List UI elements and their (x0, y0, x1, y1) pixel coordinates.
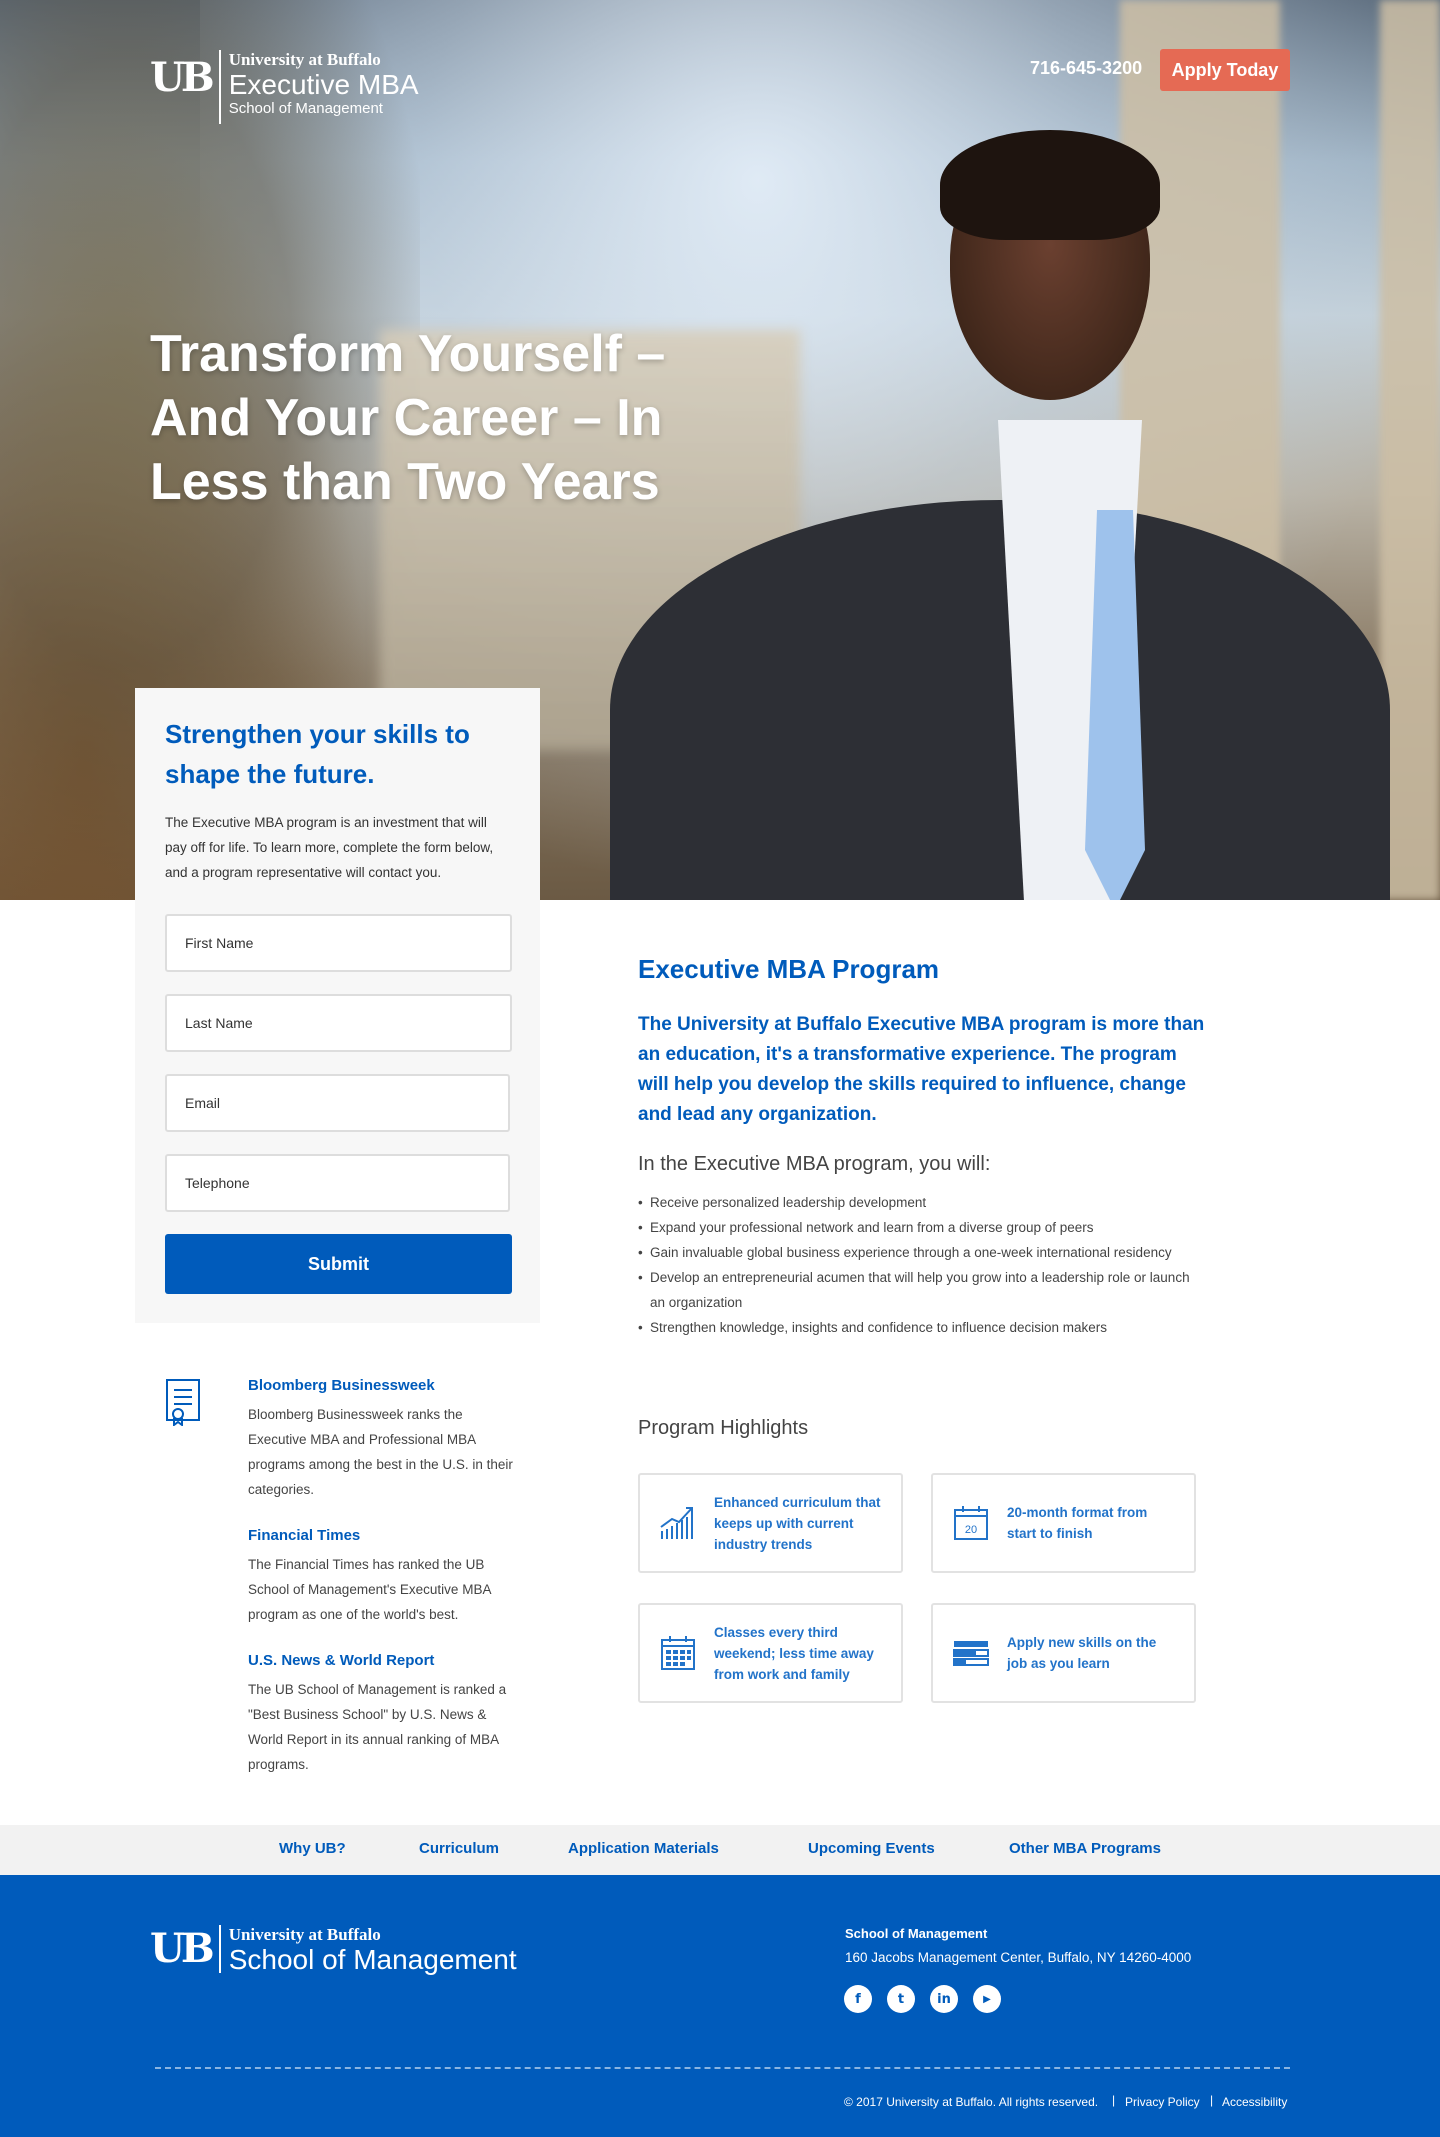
calendar-day: 20 (965, 1524, 977, 1536)
nav-why-ub[interactable]: Why UB? (279, 1840, 346, 1857)
logo-school: School of Management (228, 100, 383, 117)
chart-growth-icon (660, 1507, 693, 1539)
privacy-policy-link[interactable]: Privacy Policy (1125, 2095, 1200, 2109)
nav-application-materials[interactable]: Application Materials (568, 1840, 719, 1857)
footer-logo-university: University at Buffalo (228, 1925, 381, 1944)
nav-upcoming-events[interactable]: Upcoming Events (808, 1840, 935, 1857)
facebook-icon[interactable]: f (844, 1985, 872, 2013)
hero-person-suit (610, 500, 1390, 900)
list-item: Receive personalized leadership developm… (638, 1190, 1198, 1215)
list-item: Develop an entrepreneurial acumen that w… (638, 1265, 1198, 1315)
ub-monogram-icon: UB (150, 54, 215, 101)
ranking-item: U.S. News & World Report The UB School o… (248, 1651, 513, 1777)
footer: UB University at Buffalo School of Manag… (0, 1875, 1440, 2137)
footer-logo[interactable]: UB University at Buffalo School of Manag… (150, 1925, 517, 1975)
highlights-title: Program Highlights (638, 1417, 809, 1439)
logo-university: University at Buffalo (228, 50, 381, 69)
hero-headline: Transform Yourself – And Your Career – I… (150, 325, 666, 511)
email-field[interactable]: Email (165, 1074, 510, 1132)
highlight-card: Classes every third weekend; less time a… (638, 1603, 903, 1703)
highlight-text: 20-month format from start to finish (1007, 1505, 1148, 1541)
list-item: Expand your professional network and lea… (638, 1215, 1198, 1240)
highlight-text: Enhanced curriculum that keeps up with c… (714, 1494, 881, 1552)
nav-curriculum[interactable]: Curriculum (419, 1840, 499, 1857)
highlight-card: 20 20-month format from start to finish (931, 1473, 1196, 1573)
footer-divider (155, 2067, 1290, 2069)
ranking-item: Financial Times The Financial Times has … (248, 1526, 513, 1627)
ranking-title: U.S. News & World Report (248, 1652, 435, 1669)
highlight-card: Enhanced curriculum that keeps up with c… (638, 1473, 903, 1573)
footer-address-heading: School of Management (845, 1926, 988, 1941)
hero-person-hair (940, 130, 1160, 240)
telephone-field[interactable]: Telephone (165, 1154, 510, 1212)
certificate-icon (166, 1379, 200, 1426)
ranking-title: Bloomberg Businessweek (248, 1377, 435, 1394)
first-name-field[interactable]: First Name (165, 914, 512, 972)
program-lead: The University at Buffalo Executive MBA … (638, 1014, 1205, 1125)
calendar-grid-icon (661, 1636, 695, 1670)
ranking-text: Bloomberg Businessweek ranks the Executi… (248, 1407, 513, 1497)
program-subheading: In the Executive MBA program, you will: (638, 1153, 991, 1175)
ranking-title: Financial Times (248, 1527, 361, 1544)
ranking-text: The UB School of Management is ranked a … (248, 1682, 507, 1772)
highlight-text: Classes every third weekend; less time a… (714, 1624, 874, 1682)
accessibility-link[interactable]: Accessibility (1222, 2095, 1287, 2109)
lead-form-card: Strengthen your skills to shape the futu… (135, 688, 540, 1323)
phone-link[interactable]: 716-645-3200 (1030, 58, 1142, 79)
youtube-icon[interactable]: ▶ (973, 1985, 1001, 2013)
highlight-card: Apply new skills on the job as you learn (931, 1603, 1196, 1703)
linkedin-icon[interactable]: in (930, 1985, 958, 2013)
apply-today-button[interactable]: Apply Today (1160, 49, 1290, 91)
footer-nav: Why UB? Curriculum Application Materials… (0, 1825, 1440, 1875)
list-item: Strengthen knowledge, insights and confi… (638, 1315, 1198, 1340)
program-benefits-list: Receive personalized leadership developm… (638, 1190, 1198, 1340)
logo-program: Executive MBA (228, 69, 419, 100)
header-logo[interactable]: UB University at Buffalo Executive MBA S… (150, 50, 419, 124)
form-heading: Strengthen your skills to shape the futu… (165, 719, 470, 789)
ub-monogram-icon: UB (150, 1925, 215, 1972)
calendar-20-icon: 20 (954, 1506, 988, 1540)
copyright: © 2017 University at Buffalo. All rights… (844, 2095, 1099, 2109)
nav-other-mba-programs[interactable]: Other MBA Programs (1009, 1840, 1161, 1857)
submit-button[interactable]: Submit (165, 1234, 512, 1294)
ranking-text: The Financial Times has ranked the UB Sc… (248, 1557, 491, 1622)
form-intro: The Executive MBA program is an investme… (165, 815, 494, 880)
footer-logo-school: School of Management (228, 1944, 517, 1975)
highlight-text: Apply new skills on the job as you learn (1007, 1635, 1157, 1671)
list-item: Gain invaluable global business experien… (638, 1240, 1198, 1265)
twitter-icon[interactable]: t (887, 1985, 915, 2013)
program-title: Executive MBA Program (638, 954, 940, 984)
ranking-item: Bloomberg Businessweek Bloomberg Busines… (248, 1376, 513, 1502)
last-name-field[interactable]: Last Name (165, 994, 512, 1052)
skills-bars-icon (953, 1641, 989, 1666)
footer-address: 160 Jacobs Management Center, Buffalo, N… (845, 1950, 1192, 1965)
